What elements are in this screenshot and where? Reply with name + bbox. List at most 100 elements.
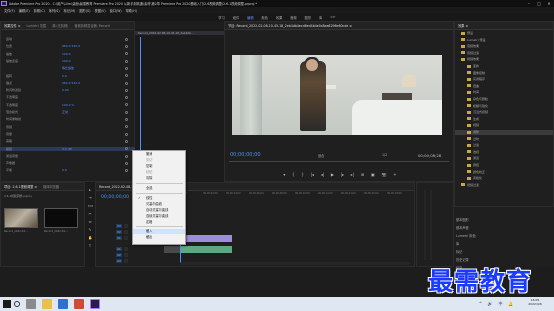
context-menu-item[interactable]: 定格 — [133, 220, 185, 225]
track-name[interactable]: A1 — [116, 246, 122, 251]
effect-property-value[interactable]: 960.0 540.0 — [62, 44, 80, 48]
keyframe-toggle-icon[interactable] — [125, 139, 128, 143]
step-forward-icon[interactable]: |▸ — [341, 172, 344, 178]
effect-property-row[interactable]: 运动 — [0, 37, 135, 42]
track-header[interactable]: A2 — [116, 252, 134, 257]
track-name[interactable]: A2 — [116, 252, 122, 257]
taskbar-clock[interactable]: 16:05 2022/4/6 — [518, 298, 552, 310]
keyframe-toggle-icon[interactable] — [125, 81, 128, 85]
keyframe-toggle-icon[interactable] — [125, 154, 128, 158]
program-current-time[interactable]: 00;00;00;00 — [230, 152, 261, 158]
effects-tree-item[interactable]: 视频效果 — [455, 57, 553, 62]
keyframe-toggle-icon[interactable] — [125, 74, 128, 78]
program-fit-dropdown[interactable]: 适合 — [318, 153, 324, 158]
keyframe-toggle-icon[interactable] — [125, 125, 128, 129]
maximize-button[interactable]: □ — [534, 1, 544, 6]
extract-icon[interactable]: ▣ — [371, 172, 375, 178]
effects-tree-item[interactable]: Lumetri 预设 — [455, 38, 553, 43]
workspace-editing[interactable]: 编辑 — [247, 15, 253, 20]
minimize-button[interactable]: – — [524, 1, 534, 6]
tool-icon[interactable]: ✎ — [88, 228, 92, 232]
side-panel-item[interactable]: 基本声音 — [456, 225, 469, 230]
play-icon[interactable]: ▶ — [331, 172, 334, 178]
mark-out-icon[interactable]: } — [301, 172, 304, 178]
menu-window[interactable]: 窗口(W) — [110, 8, 122, 13]
tab-program[interactable]: 节目: Record_2022-02-08-10-45-18_2eb4db4ec… — [228, 23, 352, 28]
keyframe-toggle-icon[interactable] — [125, 96, 128, 100]
track-header[interactable]: A1 — [116, 246, 134, 251]
effect-property-row[interactable]: 音频 — [0, 125, 135, 130]
effects-tree-item[interactable]: 透视 — [455, 150, 553, 155]
effect-property-value[interactable]: 0.0 dB — [62, 147, 72, 151]
track-name[interactable]: V1 — [116, 236, 122, 241]
notification-icon[interactable]: 🔔 — [508, 301, 513, 307]
program-resolution-dropdown[interactable]: 1/2 — [382, 153, 387, 157]
effect-property-row[interactable]: 防闪烁滤镜 0.00 — [0, 88, 135, 93]
workspace-effects[interactable]: 效果 — [276, 15, 282, 20]
effects-tree-item[interactable]: 模糊与锐化 — [455, 104, 553, 109]
track-name[interactable]: V2 — [116, 230, 122, 235]
keyframe-toggle-icon[interactable] — [125, 161, 128, 165]
tray-expand-icon[interactable]: ^ — [479, 301, 482, 307]
effect-property-value[interactable]: 960.0 540.0 — [62, 81, 80, 85]
effect-property-value[interactable]: 等比缩放 — [62, 66, 74, 70]
timeline-ruler[interactable]: 00;0000;00;02;0000;00;04;0000;00;06;0000… — [180, 192, 410, 196]
context-menu-item[interactable]: 贝塞尔曲线 — [133, 202, 185, 207]
effects-tree-item[interactable]: 图像控制 — [455, 71, 553, 76]
keyframe-toggle-icon[interactable] — [125, 45, 128, 49]
effect-property-row[interactable]: 通道音量 — [0, 154, 135, 159]
file-explorer-icon[interactable] — [42, 299, 52, 309]
menu-clip[interactable]: 剪辑(C) — [34, 8, 45, 13]
effect-property-row[interactable]: 级别 0.0 dB — [0, 146, 135, 152]
effect-property-row[interactable]: 声像器 — [0, 161, 135, 166]
effect-property-row[interactable]: 混合模式 正常 — [0, 110, 135, 115]
context-menu-item[interactable]: 撤消 — [133, 152, 185, 157]
keyframe-toggle-icon[interactable] — [125, 110, 128, 114]
effect-property-row[interactable]: 旁路 — [0, 139, 135, 144]
effects-tree-item[interactable]: 扭曲 — [455, 84, 553, 89]
tab-effects[interactable]: 效果 ≡ — [458, 23, 468, 28]
context-menu-item[interactable]: 复制 — [133, 164, 185, 169]
lift-icon[interactable]: ⊞ — [361, 172, 364, 178]
menu-edit[interactable]: 编辑(E) — [19, 8, 30, 13]
menu-help[interactable]: 帮助(H) — [126, 8, 137, 13]
go-to-in-icon[interactable]: |◂ — [311, 172, 314, 178]
edge-browser-icon[interactable] — [58, 299, 68, 309]
track-toggle-icon[interactable] — [124, 259, 128, 263]
effects-tree-item[interactable]: 键控 — [455, 163, 553, 168]
effect-property-row[interactable]: 音量 — [0, 132, 135, 137]
side-panel-item[interactable]: 库 — [456, 241, 459, 246]
effects-tree-item[interactable]: 杂色与颗粒 — [455, 97, 553, 102]
track-header[interactable]: A3 — [116, 259, 134, 263]
effects-tree-item[interactable]: 过时 — [455, 137, 553, 142]
menu-sequence[interactable]: 序列(S) — [49, 8, 60, 13]
keyframe-toggle-icon[interactable] — [125, 169, 128, 173]
menu-marker[interactable]: 标记(M) — [64, 8, 76, 13]
workspace-more[interactable]: >> — [330, 15, 335, 19]
effects-tree-item[interactable]: 调整 — [455, 130, 553, 135]
effect-property-value[interactable]: 0.00 — [62, 88, 69, 92]
context-menu-item[interactable]: 自动贝塞尔曲线 — [133, 208, 185, 213]
context-menu-item[interactable]: 缓入 — [133, 229, 185, 234]
track-toggle-icon[interactable] — [124, 224, 128, 228]
keyframe-toggle-icon[interactable] — [125, 59, 128, 63]
context-menu-item[interactable]: 缓出 — [133, 235, 185, 240]
keyframe-toggle-icon[interactable] — [125, 66, 128, 70]
close-button[interactable]: ✕ — [544, 1, 554, 6]
effects-tree-item[interactable]: 预设 — [455, 31, 553, 36]
mark-in-icon[interactable]: { — [292, 172, 295, 178]
context-menu-item[interactable]: 粘贴 — [133, 170, 185, 175]
task-view-icon[interactable] — [26, 299, 36, 309]
go-to-out-icon[interactable]: ▸| — [351, 172, 354, 178]
track-toggle-icon[interactable] — [124, 252, 128, 257]
effect-property-row[interactable]: 不透明度 100.0 % — [0, 103, 135, 108]
track-name[interactable]: V3 — [116, 224, 122, 228]
effect-property-row[interactable]: 平衡 0.0 — [0, 168, 135, 173]
effect-property-row[interactable]: 不透明度 — [0, 95, 135, 100]
keyframe-toggle-icon[interactable] — [125, 147, 128, 151]
workspace-color[interactable]: 颜色 — [262, 15, 268, 20]
track-toggle-icon[interactable] — [124, 230, 128, 235]
keyframe-toggle-icon[interactable] — [125, 88, 128, 92]
tool-icon[interactable]: ⇥ — [88, 196, 92, 200]
app-icon[interactable] — [74, 299, 84, 309]
